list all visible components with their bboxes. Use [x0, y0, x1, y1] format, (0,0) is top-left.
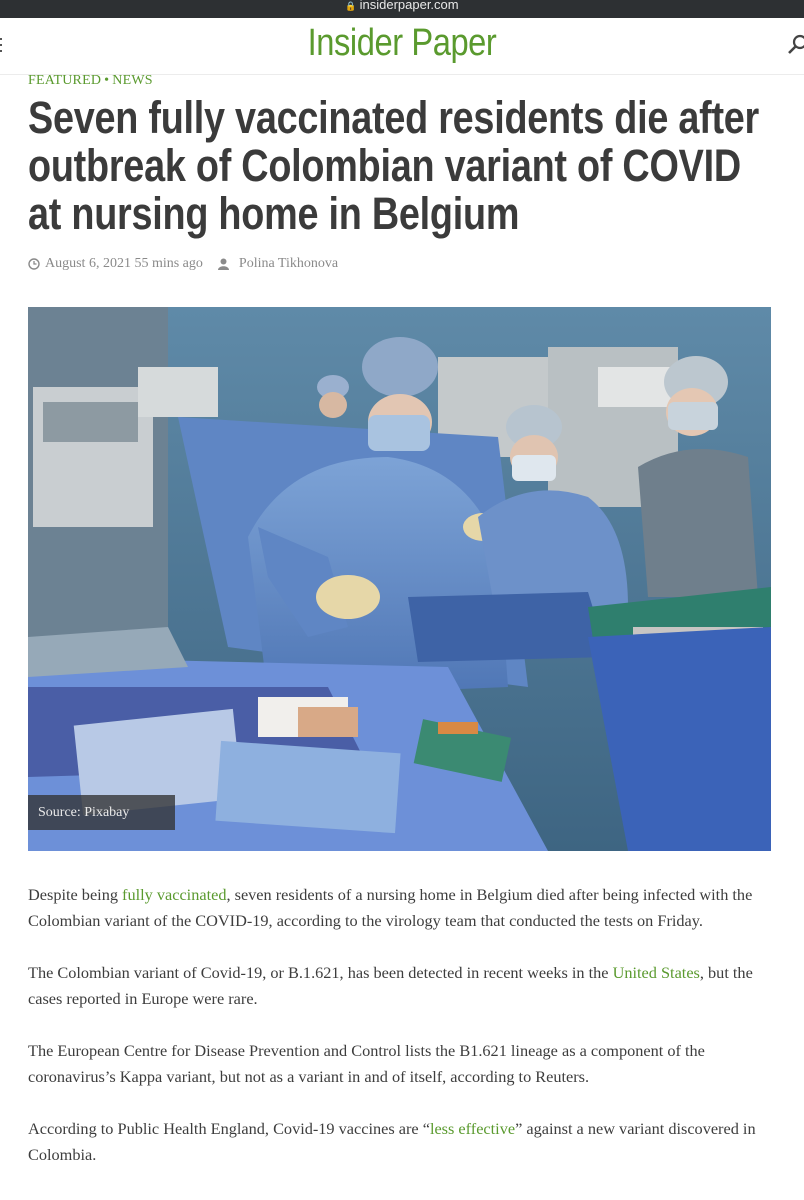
- post-date: August 6, 2021: [45, 256, 131, 271]
- post-author[interactable]: Polina Tikhonova: [239, 256, 338, 272]
- post-meta: August 6, 2021 55 mins ago Polina Tikhon…: [28, 256, 338, 272]
- paragraph-text: Despite being: [28, 885, 123, 904]
- paragraph-3: The European Centre for Disease Preventi…: [28, 1041, 705, 1086]
- paragraph-1: Despite being fully vaccinated, seven re…: [28, 882, 776, 934]
- site-logo[interactable]: Insider Paper: [56, 22, 747, 65]
- site-header: Insider Paper: [0, 18, 804, 75]
- browser-url-bar[interactable]: 🔒 insiderpaper.com: [0, 0, 804, 18]
- link-less-effective[interactable]: less effective: [430, 1119, 515, 1138]
- paragraph-text: The Colombian variant of Covid-19, or B.…: [28, 963, 613, 982]
- article-body: Despite being fully vaccinated, seven re…: [28, 882, 776, 1194]
- surgery-photo: [28, 307, 771, 851]
- image-caption: Source: Pixabay: [28, 795, 175, 830]
- category-news[interactable]: NEWS: [112, 73, 152, 88]
- hero-image: [28, 307, 771, 851]
- link-united-states[interactable]: United States: [613, 963, 700, 982]
- category-featured[interactable]: FEATURED: [28, 73, 101, 88]
- category-list: FEATURED • NEWS: [28, 73, 153, 89]
- article-title: Seven fully vaccinated residents die aft…: [28, 92, 760, 239]
- link-fully-vaccinated[interactable]: fully vaccinated: [122, 885, 226, 904]
- paragraph-2: The Colombian variant of Covid-19, or B.…: [28, 960, 776, 1012]
- user-icon: [217, 258, 229, 270]
- paragraph-text: According to Public Health England, Covi…: [28, 1119, 430, 1138]
- post-time-ago: 55 mins ago: [134, 256, 203, 271]
- menu-icon[interactable]: [0, 38, 2, 52]
- lock-icon: 🔒: [345, 1, 357, 11]
- paragraph-4: According to Public Health England, Covi…: [28, 1116, 776, 1168]
- search-icon[interactable]: [788, 34, 804, 54]
- category-separator: •: [104, 73, 110, 88]
- clock-icon: [28, 258, 40, 270]
- url-text[interactable]: insiderpaper.com: [360, 0, 459, 12]
